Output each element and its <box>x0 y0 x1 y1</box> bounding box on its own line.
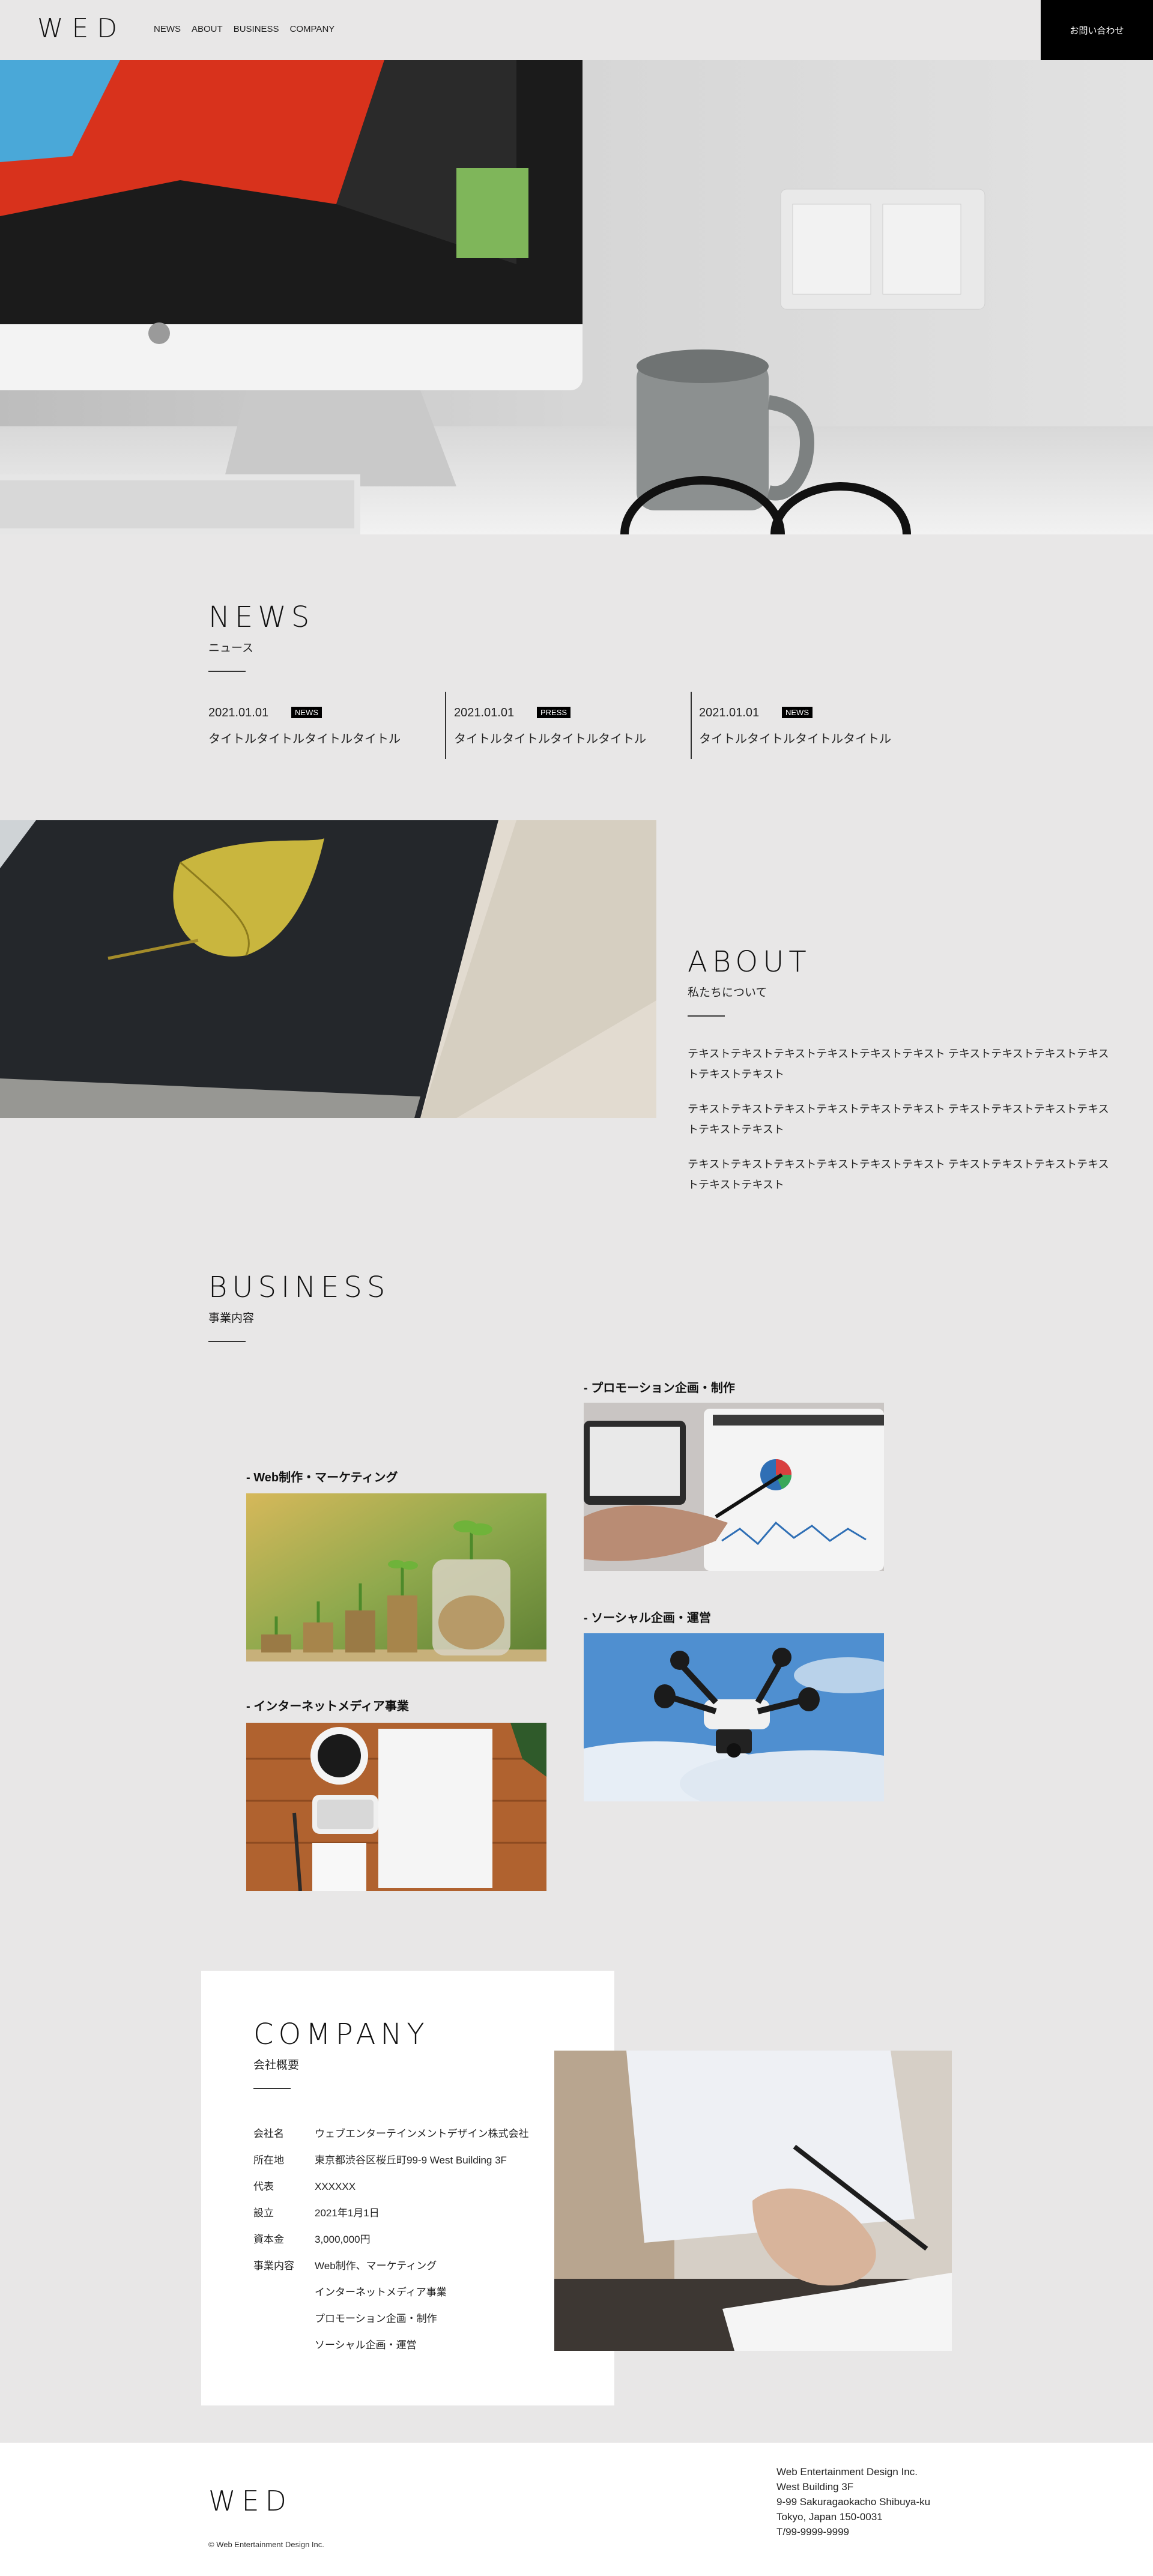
company-row-value: Web制作、マーケティング <box>315 2260 437 2272</box>
news-tag-badge: NEWS <box>782 707 813 718</box>
company-row: 会社名 ウェブエンターテインメントデザイン株式会社 <box>253 2121 529 2147</box>
footer-address-line: Web Entertainment Design Inc. <box>776 2466 918 2478</box>
company-row: 所在地 東京都渋谷区桜丘町99-9 West Building 3F <box>253 2147 529 2174</box>
news-date: 2021.01.01 <box>454 706 515 719</box>
writing-hand-photo <box>554 2051 952 2351</box>
business-image-web[interactable] <box>246 1493 546 1661</box>
footer-address-line: West Building 3F <box>776 2481 854 2493</box>
about-paragraph: テキストテキストテキストテキストテキストテキスト テキストテキストテキストテキス… <box>688 1158 1109 1191</box>
nav-item-about[interactable]: ABOUT <box>192 24 223 34</box>
company-row-key: 資本金 <box>253 2234 284 2245</box>
company-row-value: XXXXXX <box>315 2181 356 2192</box>
business-label-promotion: - プロモーション企画・制作 <box>584 1382 735 1395</box>
news-column-divider <box>445 692 446 759</box>
about-paragraph: テキストテキストテキストテキストテキストテキスト テキストテキストテキストテキス… <box>688 1103 1109 1135</box>
about-divider-line <box>688 1015 725 1017</box>
news-column-divider <box>691 692 692 759</box>
business-heading: BUSINESS 事業内容 <box>208 1271 390 1342</box>
main-nav: NEWS ABOUT BUSINESS COMPANY <box>154 24 334 34</box>
company-row-key <box>253 2332 315 2359</box>
news-subtitle: ニュース <box>208 642 254 655</box>
company-row: インターネットメディア事業 <box>253 2279 529 2306</box>
business-image-media[interactable] <box>246 1723 546 1891</box>
news-date: 2021.01.01 <box>699 706 760 719</box>
company-row: 設立 2021年1月1日 <box>253 2200 529 2227</box>
hero-image <box>0 60 1153 534</box>
footer-address: Web Entertainment Design Inc. West Build… <box>776 2464 930 2539</box>
news-date: 2021.01.01 <box>208 706 269 719</box>
site-header: WED NEWS ABOUT BUSINESS COMPANY お問い合わせ <box>0 0 1153 60</box>
desk-flatlay-photo <box>246 1723 546 1891</box>
company-image <box>554 2051 952 2351</box>
news-item[interactable]: 2021.01.01 NEWS タイトルタイトルタイトルタイトル <box>208 692 437 758</box>
business-label-social: - ソーシャル企画・運営 <box>584 1612 711 1625</box>
company-row-value: ウェブエンターテインメントデザイン株式会社 <box>315 2128 529 2139</box>
company-subtitle: 会社概要 <box>253 2059 300 2072</box>
company-info-table: 会社名 ウェブエンターテインメントデザイン株式会社 所在地 東京都渋谷区桜丘町99-… <box>253 2121 529 2359</box>
company-row: 代表 XXXXXX <box>253 2174 529 2200</box>
company-row-value: ソーシャル企画・運営 <box>315 2339 417 2351</box>
news-tag-badge: NEWS <box>291 707 322 718</box>
about-subtitle: 私たちについて <box>688 987 767 999</box>
site-footer: WED © Web Entertainment Design Inc. Web … <box>0 2443 1153 2576</box>
about-body: テキストテキストテキストテキストテキストテキスト テキストテキストテキストテキス… <box>688 1044 1115 1209</box>
drone-sky-photo <box>584 1633 884 1801</box>
company-row-value: 3,000,000円 <box>315 2234 371 2245</box>
company-row-key <box>253 2279 315 2306</box>
news-title-link[interactable]: タイトルタイトルタイトルタイトル <box>454 729 646 746</box>
company-row-key: 所在地 <box>253 2154 284 2166</box>
company-divider-line <box>253 2088 291 2089</box>
news-item[interactable]: 2021.01.01 PRESS タイトルタイトルタイトルタイトル <box>454 692 682 758</box>
company-card: COMPANY 会社概要 会社名 ウェブエンターテインメントデザイン株式会社 所在… <box>201 1971 614 2405</box>
nav-item-business[interactable]: BUSINESS <box>234 24 279 34</box>
news-divider-line <box>208 671 246 672</box>
leaf-on-slate-illustration <box>0 820 656 1118</box>
company-row-key: 設立 <box>253 2207 274 2219</box>
nav-item-news[interactable]: NEWS <box>154 24 181 34</box>
company-row-key <box>253 2306 315 2332</box>
company-row-key: 会社名 <box>253 2128 284 2139</box>
business-divider-line <box>208 1341 246 1342</box>
business-subtitle: 事業内容 <box>208 1312 255 1325</box>
company-row-value: 2021年1月1日 <box>315 2207 380 2219</box>
footer-address-line: 9-99 Sakuragaokacho Shibuya-ku <box>776 2496 931 2508</box>
nav-item-company[interactable]: COMPANY <box>290 24 335 34</box>
contact-button[interactable]: お問い合わせ <box>1041 0 1153 60</box>
company-title: COMPANY <box>253 2018 429 2051</box>
news-title-link[interactable]: タイトルタイトルタイトルタイトル <box>208 729 401 746</box>
business-title: BUSINESS <box>208 1271 390 1304</box>
tablet-chart-photo <box>584 1403 884 1571</box>
company-row-value: プロモーション企画・制作 <box>315 2313 437 2324</box>
company-row-key: 代表 <box>253 2181 274 2192</box>
business-label-web: - Web制作・マーケティング <box>246 1471 398 1484</box>
news-title: NEWS <box>208 600 315 634</box>
company-row-key: 事業内容 <box>253 2260 294 2272</box>
news-heading: NEWS ニュース <box>208 600 314 672</box>
company-row: 事業内容 Web制作、マーケティング <box>253 2253 529 2279</box>
business-image-social[interactable] <box>584 1633 884 1801</box>
news-tag-badge: PRESS <box>537 707 571 718</box>
coin-stacks-plants-photo <box>246 1493 546 1661</box>
news-title-link[interactable]: タイトルタイトルタイトルタイトル <box>699 729 891 746</box>
about-paragraph: テキストテキストテキストテキストテキストテキスト テキストテキストテキストテキス… <box>688 1048 1109 1080</box>
company-row-value: 東京都渋谷区桜丘町99-9 West Building 3F <box>315 2154 507 2166</box>
hero-desk-illustration <box>0 60 1153 534</box>
about-title: ABOUT <box>688 945 811 979</box>
site-logo[interactable]: WED <box>37 13 126 44</box>
news-item[interactable]: 2021.01.01 NEWS タイトルタイトルタイトルタイトル <box>699 692 927 758</box>
business-image-promotion[interactable] <box>584 1403 884 1571</box>
company-row: プロモーション企画・制作 <box>253 2306 529 2332</box>
footer-address-line: T/99-9999-9999 <box>776 2526 849 2538</box>
footer-address-line: Tokyo, Japan 150-0031 <box>776 2511 883 2523</box>
company-heading: COMPANY 会社概要 <box>253 2018 429 2089</box>
about-heading: ABOUT 私たちについて <box>688 945 811 1017</box>
about-image <box>0 820 656 1118</box>
company-row: ソーシャル企画・運営 <box>253 2332 529 2359</box>
footer-logo[interactable]: WED <box>208 2485 292 2517</box>
footer-copyright: © Web Entertainment Design Inc. <box>208 2540 324 2549</box>
company-row: 資本金 3,000,000円 <box>253 2227 529 2253</box>
business-label-media: - インターネットメディア事業 <box>246 1700 409 1713</box>
company-row-value: インターネットメディア事業 <box>315 2287 447 2298</box>
